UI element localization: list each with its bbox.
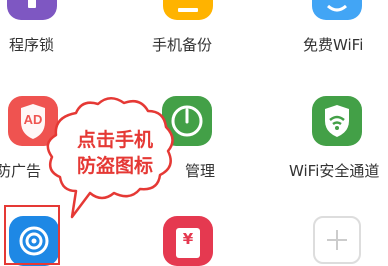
- app-add[interactable]: [313, 216, 361, 264]
- app-label-power-manage: 管理: [185, 162, 216, 180]
- app-label-program-lock: 程序锁: [9, 36, 55, 54]
- program-lock-icon: [28, 0, 36, 8]
- callout-text: 点击手机 防盗图标: [60, 127, 170, 179]
- app-label-ad-block: 防广告: [0, 162, 42, 180]
- app-label-phone-backup: 手机备份: [152, 36, 213, 54]
- phone-backup-icon: [178, 8, 198, 12]
- app-wifi-security[interactable]: [312, 96, 362, 146]
- wifi-security-icon: [325, 105, 349, 137]
- app-free-wifi[interactable]: [312, 0, 362, 20]
- app-phone-backup[interactable]: [163, 0, 213, 20]
- callout-line2: 防盗图标: [76, 155, 153, 177]
- app-label-free-wifi: 免费WiFi: [303, 36, 364, 54]
- free-wifi-icon: [327, 4, 347, 12]
- add-icon: [327, 230, 347, 250]
- app-program-lock[interactable]: [7, 0, 57, 20]
- callout-line1: 点击手机: [76, 129, 153, 151]
- app-label-wifi-security: WiFi安全通道: [289, 162, 380, 180]
- wallet-glyph: ¥: [182, 230, 194, 248]
